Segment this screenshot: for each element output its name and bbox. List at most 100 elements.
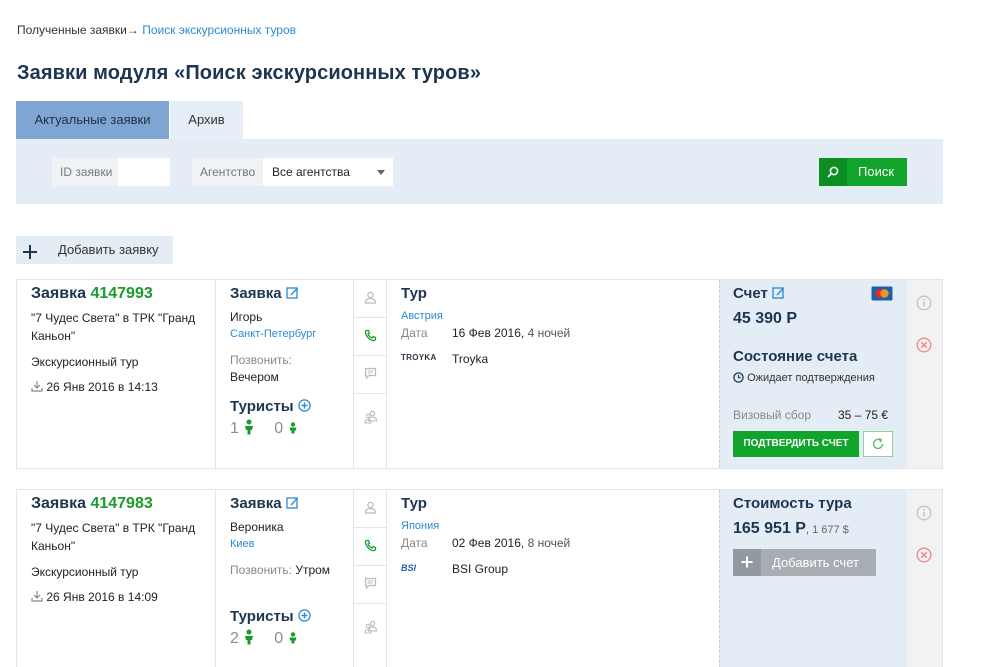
tour-title: Тур [401,495,427,512]
search-button-label: Поиск [858,164,895,179]
order-id-input[interactable] [118,158,170,186]
breadcrumb: Полученные заявки→ Поиск экскурсионных т… [17,23,296,37]
client-heading: Заявка [230,285,299,302]
tour-country[interactable]: Япония [401,520,439,532]
phone-icon[interactable] [354,318,387,356]
client-heading: Заявка [230,495,299,512]
tourists-icon[interactable] [354,394,387,468]
confirm-bill-button[interactable]: ПОДТВЕРДИТЬ СЧЕТ [733,431,859,457]
tour-nights: 8 ночей [527,536,571,550]
cost-usd: 1 677 $ [812,524,849,536]
cost-panel: Стоимость тура 165 951 Р, 1 677 $ Добави… [719,490,907,667]
edit-icon[interactable] [772,286,785,299]
tour-type: Экскурсионный тур [31,565,139,579]
delete-icon[interactable] [916,337,932,353]
tour-name: "7 Чудес Света" в ТРК "Гранд Каньон" [31,521,196,553]
operator-logo: BSI [401,563,417,573]
tourists-icon[interactable] [354,604,387,667]
tour-date: 02 Фев 2016, 8 ночей [452,536,571,550]
cost-amount: 165 951 Р, 1 677 $ [733,520,849,537]
operator-name: BSI Group [452,562,509,576]
profile-icon[interactable] [354,280,387,318]
breadcrumb-parent[interactable]: Полученные заявки [17,23,127,37]
download-icon [31,381,43,392]
created-date: 26 Янв 2016 в 14:13 [31,380,158,394]
tourists-title: Туристы [230,608,294,625]
tour-date-value: 02 Фев 2016 [452,536,521,550]
plus-icon [22,242,38,259]
search-button[interactable]: Поиск [819,158,907,186]
children-count: 0 [274,630,284,647]
order-heading: Заявка 4147993 [31,285,153,303]
download-icon [31,591,43,602]
client-city[interactable]: Санкт-Петербург [230,328,316,340]
agency-select[interactable]: Все агентства [263,158,393,186]
add-circle-icon[interactable] [298,609,311,622]
message-icon[interactable] [354,566,387,604]
add-bill-button[interactable]: Добавить счет [733,549,876,576]
message-icon[interactable] [354,356,387,394]
refresh-button[interactable] [863,431,893,457]
created-date-value: 26 Янв 2016 в 14:09 [46,590,158,604]
info-icon[interactable] [916,505,932,521]
order-card: Заявка 4147983 "7 Чудес Света" в ТРК "Гр… [16,489,943,667]
cost-rub: 165 951 Р [733,520,806,537]
bill-status-title: Состояние счета [733,348,858,365]
bill-heading: Счет [733,285,785,302]
order-id[interactable]: 4147993 [90,285,152,302]
agency-label: Агентство [192,158,263,186]
call-value: Утром [295,563,331,577]
card-actions [907,490,942,667]
client-city[interactable]: Киев [230,538,255,550]
tour-name: "7 Чудес Света" в ТРК "Гранд Каньон" [31,311,196,343]
adult-icon [245,629,254,645]
call-time: Позвонить: Утром [230,563,330,577]
call-label: Позвонить: [230,563,292,577]
created-date: 26 Янв 2016 в 14:09 [31,590,158,604]
child-icon [289,422,297,434]
profile-icon[interactable] [354,490,387,528]
edit-icon[interactable] [286,496,299,509]
call-label: Позвонить: [230,353,292,367]
order-card: Заявка 4147993 "7 Чудес Света" в ТРК "Гр… [16,279,943,469]
edit-icon[interactable] [286,286,299,299]
call-value: Вечером [230,370,279,384]
tourists-counts: 2 0 [230,629,298,648]
search-icon [819,158,847,186]
delete-icon[interactable] [916,547,932,563]
tourists-counts: 1 0 [230,419,298,438]
client-title: Заявка [230,495,282,512]
contact-icons [354,280,387,468]
page-title: Заявки модуля «Поиск экскурсионных туров… [17,62,482,84]
order-heading: Заявка 4147983 [31,495,153,513]
agency-select-value: Все агентства [272,165,350,179]
breadcrumb-arrow: → [126,23,139,37]
phone-icon[interactable] [354,528,387,566]
refresh-icon [872,437,884,450]
operator-logo: TROYKA [401,353,437,362]
add-circle-icon[interactable] [298,399,311,412]
clock-icon [733,372,744,383]
bill-title: Счет [733,285,768,302]
bill-status: Ожидает подтверждения [733,372,875,384]
date-label: Дата [401,536,428,550]
tour-date-value: 16 Фев 2016 [452,326,521,340]
order-id-label: ID заявки [52,158,118,186]
tour-country[interactable]: Австрия [401,310,443,322]
client-name: Игорь [230,310,263,324]
add-order-button[interactable]: Добавить заявку [16,236,173,264]
tab-archive[interactable]: Архив [170,101,243,139]
created-date-value: 26 Янв 2016 в 14:13 [46,380,158,394]
tab-current-orders[interactable]: Актуальные заявки [16,101,169,145]
visa-fee-label: Визовый сбор [733,408,812,422]
breadcrumb-current[interactable]: Поиск экскурсионных туров [142,23,296,37]
adults-count: 1 [230,420,239,437]
info-icon[interactable] [916,295,932,311]
tour-title: Тур [401,285,427,302]
tourists-heading: Туристы [230,608,311,625]
bill-panel: Счет 45 390 Р Состояние счета Ожидает по… [719,280,907,468]
mastercard-icon [871,286,893,301]
plus-icon [733,549,761,576]
cost-title: Стоимость тура [733,495,852,512]
order-id[interactable]: 4147983 [90,495,152,512]
